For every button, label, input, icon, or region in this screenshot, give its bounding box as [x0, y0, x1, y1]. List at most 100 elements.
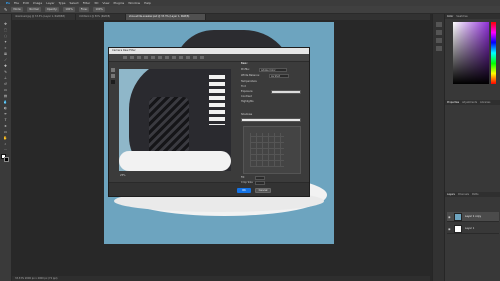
rotate-icon[interactable] — [200, 56, 204, 59]
tab-untitled[interactable]: Untitled-1 @ 50% (RGB/8) — [76, 14, 126, 20]
menu-layer[interactable]: Layer — [46, 1, 54, 5]
marquee-tool-icon[interactable]: ⬚ — [2, 28, 9, 32]
path-select-tool-icon[interactable]: ➤ — [2, 124, 9, 128]
menu-plugins[interactable]: Plugins — [114, 1, 125, 5]
history-icon[interactable] — [436, 22, 442, 27]
layer-thumbnail — [454, 225, 462, 233]
menu-file[interactable]: File — [14, 1, 19, 5]
histogram-area — [243, 126, 301, 174]
highlight-field[interactable] — [271, 90, 301, 94]
layer-row[interactable]: ◉ Layer 1 copy — [447, 212, 499, 222]
tab-download[interactable]: download.jpg @ 33.3% (Layer 1, RGB/8#) — [12, 14, 76, 20]
zoom-tool-icon[interactable]: ⌕ — [2, 142, 9, 146]
hue-slider[interactable] — [491, 22, 496, 84]
healing-brush-tool-icon[interactable]: ✚ — [2, 64, 9, 68]
shadows-label: Shadows — [241, 113, 253, 116]
dialog-preview[interactable] — [119, 69, 231, 171]
flow-field[interactable]: 100% — [93, 7, 105, 12]
blur-tool-icon[interactable]: 💧 — [2, 100, 9, 104]
quick-select-tool-icon[interactable]: ✦ — [2, 40, 9, 44]
tab-libraries[interactable]: Libraries — [480, 100, 490, 105]
preview-zoom-label[interactable]: 25% — [120, 174, 126, 177]
spot-removal-icon[interactable] — [165, 56, 169, 59]
tab-adjustments[interactable]: Adjustments — [462, 100, 477, 105]
rectangle-tool-icon[interactable]: ▭ — [2, 130, 9, 134]
menu-edit[interactable]: Edit — [23, 1, 29, 5]
preview-shoe-laces — [149, 97, 189, 157]
actions-icon[interactable] — [436, 30, 442, 35]
color-picker-field[interactable] — [453, 22, 489, 84]
menu-view[interactable]: View — [102, 1, 109, 5]
right-panels: Color Swatches Properties Adjustments Li… — [444, 14, 500, 281]
tab-sneaker[interactable]: shoe-white-sneaker.psd @ 33.3% (Layer 1,… — [126, 14, 206, 20]
side-zoom-icon[interactable] — [111, 68, 115, 72]
visibility-eye-icon[interactable]: ◉ — [448, 227, 451, 231]
crop-icon[interactable] — [151, 56, 155, 59]
eyedropper-tool-icon[interactable]: ⟋ — [2, 58, 9, 62]
straighten-icon[interactable] — [158, 56, 162, 59]
character-icon[interactable] — [436, 38, 442, 43]
menu-filter[interactable]: Filter — [83, 1, 90, 5]
menu-help[interactable]: Help — [144, 1, 151, 5]
layer-name: Layer 1 copy — [465, 215, 482, 218]
side-hand-icon[interactable] — [111, 74, 115, 78]
frame-tool-icon[interactable]: ⊠ — [2, 52, 9, 56]
document-tabs: download.jpg @ 33.3% (Layer 1, RGB/8#) U… — [12, 14, 430, 20]
tint-label: Tint — [241, 85, 246, 88]
graduated-filter-icon[interactable] — [186, 56, 190, 59]
menu-3d[interactable]: 3D — [94, 1, 98, 5]
tab-swatches[interactable]: Swatches — [456, 14, 467, 19]
layer-row[interactable]: ◉ Layer 1 — [447, 224, 499, 234]
menu-window[interactable]: Window — [128, 1, 140, 5]
side-sampler-icon[interactable] — [111, 80, 115, 84]
tab-properties[interactable]: Properties — [447, 100, 459, 105]
edit-toolbar-icon[interactable]: ⋯ — [2, 148, 9, 152]
zoom-icon[interactable] — [123, 56, 127, 59]
opacity-label: Opacity: — [44, 7, 60, 12]
brush-tool-icon[interactable]: ✎ — [4, 7, 7, 12]
panel-basic-heading: Basic — [241, 62, 248, 65]
move-tool-icon[interactable]: ✥ — [2, 22, 9, 26]
paragraph-icon[interactable] — [436, 46, 442, 51]
type-tool-icon[interactable]: T — [2, 118, 9, 122]
gradient-tool-icon[interactable]: ▤ — [2, 94, 9, 98]
dodge-tool-icon[interactable]: ◐ — [2, 106, 9, 110]
fill-field[interactable] — [255, 176, 265, 180]
crop-tool-icon[interactable]: ⌗ — [2, 46, 9, 50]
mode-select[interactable]: Normal — [27, 7, 41, 12]
preview-shoe-heel-stripes — [209, 75, 225, 125]
menu-ps[interactable]: Ps — [6, 1, 10, 5]
color-sampler-icon[interactable] — [144, 56, 148, 59]
menu-select[interactable]: Select — [69, 1, 78, 5]
tab-color[interactable]: Color — [447, 14, 453, 19]
white-balance-icon[interactable] — [137, 56, 141, 59]
lasso-tool-icon[interactable]: ◌ — [2, 34, 9, 38]
opacity-field[interactable]: 100% — [63, 7, 75, 12]
hand-tool-icon[interactable]: ✋ — [2, 136, 9, 140]
eraser-tool-icon[interactable]: ▭ — [2, 88, 9, 92]
profile-select[interactable]: Adobe Color — [259, 68, 287, 72]
tab-channels[interactable]: Channels — [458, 192, 469, 197]
radial-filter-icon[interactable] — [193, 56, 197, 59]
white-balance-select[interactable]: As Shot — [269, 74, 289, 78]
menu-image[interactable]: Image — [33, 1, 42, 5]
history-brush-tool-icon[interactable]: ↺ — [2, 82, 9, 86]
flow-label: Flow: — [78, 7, 90, 12]
red-eye-icon[interactable] — [172, 56, 176, 59]
adjustment-brush-icon[interactable] — [179, 56, 183, 59]
dialog-adjustments-panel: Basic Profile: Adobe Color White Balance… — [241, 62, 307, 194]
brush-tool-icon[interactable]: ✎ — [2, 70, 9, 74]
tab-layers[interactable]: Layers — [447, 192, 455, 197]
tab-paths[interactable]: Paths — [472, 192, 479, 197]
visibility-eye-icon[interactable]: ◉ — [448, 215, 451, 219]
clone-stamp-tool-icon[interactable]: ⊥ — [2, 76, 9, 80]
shadows-field[interactable] — [241, 118, 301, 122]
crop-field[interactable] — [255, 181, 265, 185]
hand-icon[interactable] — [130, 56, 134, 59]
pen-tool-icon[interactable]: ✒ — [2, 112, 9, 116]
dialog-toolbar — [109, 54, 309, 62]
menu-type[interactable]: Type — [59, 1, 66, 5]
ok-button[interactable]: OK — [237, 188, 251, 193]
background-color-swatch[interactable] — [4, 157, 9, 162]
cancel-button[interactable]: Cancel — [255, 188, 271, 193]
